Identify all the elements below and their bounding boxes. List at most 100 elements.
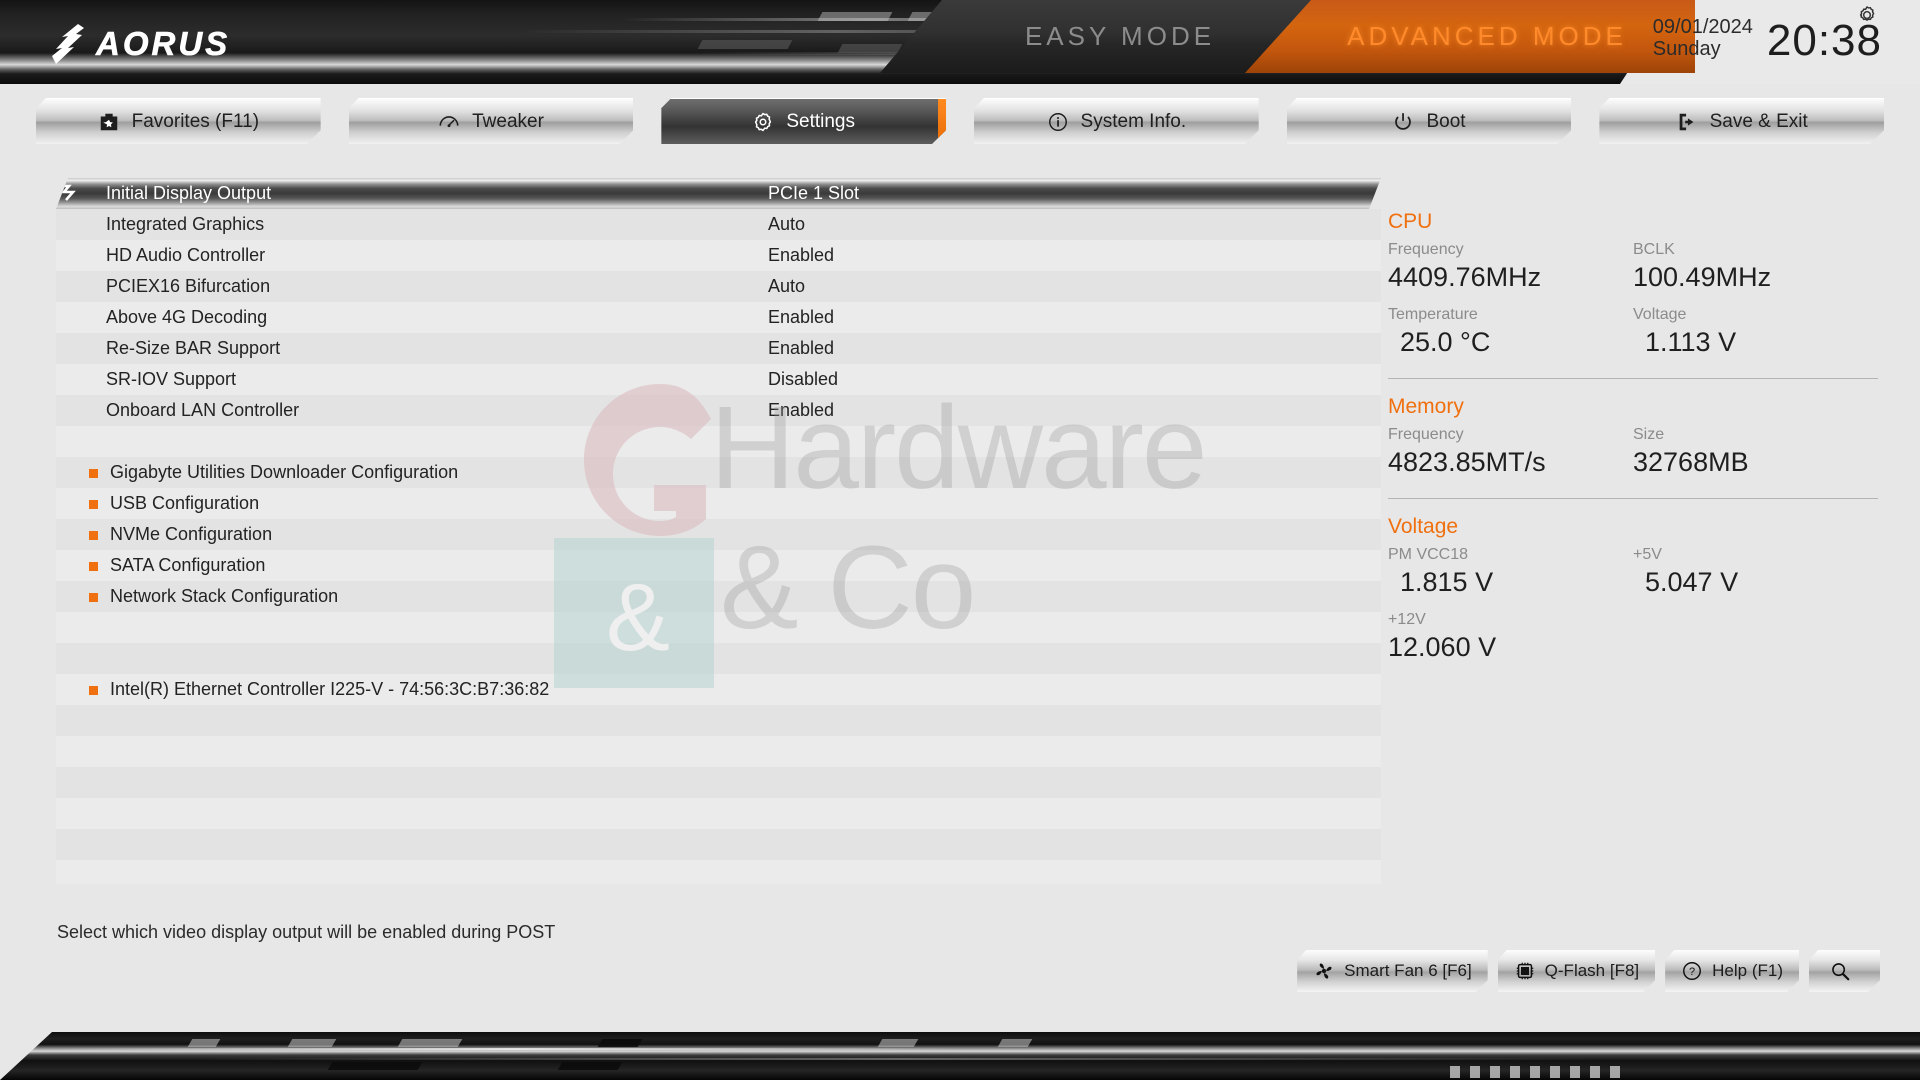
settings-row-value: Auto [768, 214, 806, 234]
gear-icon[interactable] [1856, 4, 1878, 26]
settings-row[interactable]: NVMe Configuration [56, 519, 1381, 550]
cpu-info-grid: Frequency 4409.76MHz BCLK 100.49MHz Temp… [1388, 238, 1878, 366]
cpu-section-title: CPU [1388, 210, 1433, 233]
footer-block [877, 1039, 919, 1047]
voltage-5v: +5V 5.047 V [1633, 543, 1878, 606]
weekday-value: Sunday [1652, 38, 1721, 61]
tab-tweaker-label: Tweaker [472, 110, 544, 132]
settings-row-label: Re-Size BAR Support [106, 338, 281, 358]
cpu-voltage-value: 1.113 V [1645, 327, 1737, 358]
cpu-temperature-label: Temperature [1388, 306, 1478, 324]
settings-row[interactable]: USB Configuration [56, 488, 1381, 519]
settings-row [56, 612, 1381, 643]
settings-row [56, 860, 1381, 884]
settings-row-label: SATA Configuration [110, 555, 266, 575]
datetime-display: 09/01/2024 Sunday 20:38 [1652, 16, 1882, 62]
cpu-voltage-label: Voltage [1633, 306, 1687, 324]
info-icon [1047, 110, 1071, 134]
tab-save-exit[interactable]: Save & Exit [1599, 98, 1884, 144]
tab-tweaker[interactable]: Tweaker [349, 98, 634, 144]
voltage-pm-vcc18-label: PM VCC18 [1388, 546, 1469, 564]
memory-section-title: Memory [1388, 395, 1464, 419]
memory-frequency: Frequency 4823.85MT/s [1388, 423, 1633, 486]
voltage-pm-vcc18-value: 1.815 V [1400, 567, 1494, 598]
tab-settings[interactable]: Settings [661, 98, 946, 144]
smart-fan-label: Smart Fan 6 [F6] [1344, 961, 1472, 980]
settings-row [56, 767, 1381, 798]
settings-row[interactable]: Re-Size BAR Support Enabled [56, 333, 1381, 364]
footer-streak [200, 1058, 1600, 1060]
voltage-spacer [1633, 608, 1878, 671]
divider [1388, 378, 1878, 380]
voltage-info-grid: PM VCC18 1.815 V +5V 5.047 V +12V 12.060… [1388, 543, 1878, 671]
main-nav-tabs: Favorites (F11) Tweaker Settings System … [0, 98, 1920, 154]
tab-save-exit-label: Save & Exit [1709, 110, 1808, 132]
header-block [837, 44, 903, 53]
memory-size-value: 32768MB [1633, 447, 1749, 478]
cpu-bclk: BCLK 100.49MHz [1633, 238, 1878, 301]
bottom-toolbar: Smart Fan 6 [F6] Q-Flash [F8] ? Help (F1… [1297, 950, 1880, 992]
smart-fan-button[interactable]: Smart Fan 6 [F6] [1297, 950, 1488, 992]
settings-row-value: Enabled [768, 245, 835, 265]
header-block [817, 12, 893, 21]
tab-system-info[interactable]: System Info. [974, 98, 1259, 144]
settings-row[interactable]: Intel(R) Ethernet Controller I225-V - 74… [56, 674, 1381, 705]
header-bar: AORUS EASY MODE ADVANCED MODE 09/01/2024… [0, 0, 1920, 84]
settings-row[interactable]: PCIEX16 Bifurcation Auto [56, 271, 1381, 302]
tab-boot-label: Boot [1426, 110, 1466, 132]
search-icon [1829, 960, 1851, 982]
settings-row-label: HD Audio Controller [106, 245, 266, 265]
settings-row-label: Above 4G Decoding [106, 307, 268, 327]
settings-row [56, 736, 1381, 767]
selection-marker-icon [58, 182, 84, 204]
footer-block [597, 1039, 643, 1047]
exit-icon [1676, 110, 1700, 134]
help-button[interactable]: ? Help (F1) [1665, 950, 1799, 992]
tab-settings-label: Settings [786, 110, 855, 132]
tab-system-info-label: System Info. [1080, 110, 1187, 132]
settings-row[interactable]: Network Stack Configuration [56, 581, 1381, 612]
settings-row-selected[interactable]: Initial Display Output PCIe 1 Slot [56, 178, 1381, 209]
footer-block [997, 1039, 1033, 1047]
memory-frequency-label: Frequency [1388, 426, 1464, 444]
settings-row[interactable]: SATA Configuration [56, 550, 1381, 581]
tab-boot[interactable]: Boot [1287, 98, 1572, 144]
gear-icon [752, 110, 776, 134]
settings-row [56, 643, 1381, 674]
settings-list: Initial Display Output PCIe 1 Slot Integra… [56, 178, 1381, 884]
settings-row [56, 798, 1381, 829]
easy-mode-label: EASY MODE [1024, 21, 1216, 51]
settings-row[interactable]: HD Audio Controller Enabled [56, 240, 1381, 271]
aorus-logo: AORUS [48, 22, 230, 66]
footer-bar [0, 1032, 1920, 1080]
tab-favorites[interactable]: Favorites (F11) [36, 98, 321, 144]
settings-row[interactable]: SR-IOV Support Disabled [56, 364, 1381, 395]
q-flash-button[interactable]: Q-Flash [F8] [1498, 950, 1655, 992]
footer-block [557, 1062, 623, 1070]
aorus-wordmark: AORUS [96, 25, 231, 63]
date-value: 09/01/2024 [1652, 16, 1753, 38]
search-button[interactable] [1809, 950, 1880, 992]
help-hint-text: Select which video display output will b… [57, 922, 556, 942]
cpu-frequency-label: Frequency [1388, 241, 1464, 258]
settings-row[interactable]: Integrated Graphics Auto [56, 209, 1381, 240]
settings-row [56, 705, 1381, 736]
svg-text:?: ? [1689, 966, 1695, 978]
cpu-frequency-value: 4409.76MHz [1388, 262, 1542, 292]
settings-row-value: Enabled [768, 338, 835, 358]
settings-row-label: Onboard LAN Controller [106, 400, 300, 420]
advanced-mode-tab[interactable]: ADVANCED MODE [1245, 0, 1695, 73]
settings-row-label: USB Configuration [110, 493, 260, 513]
settings-row[interactable]: Gigabyte Utilities Downloader Configurat… [56, 457, 1381, 488]
settings-row [56, 426, 1381, 457]
settings-row-label: Intel(R) Ethernet Controller I225-V - 74… [110, 679, 550, 699]
footer-decoration [0, 1010, 1920, 1080]
cpu-bclk-value: 100.49MHz [1633, 262, 1772, 292]
settings-row[interactable]: Above 4G Decoding Enabled [56, 302, 1381, 333]
advanced-mode-label: ADVANCED MODE [1347, 21, 1627, 51]
divider [1388, 498, 1878, 500]
power-icon [1392, 110, 1416, 134]
cpu-frequency: Frequency 4409.76MHz [1388, 238, 1633, 301]
settings-row[interactable]: Onboard LAN Controller Enabled [56, 395, 1381, 426]
settings-row-label: Network Stack Configuration [110, 586, 339, 606]
